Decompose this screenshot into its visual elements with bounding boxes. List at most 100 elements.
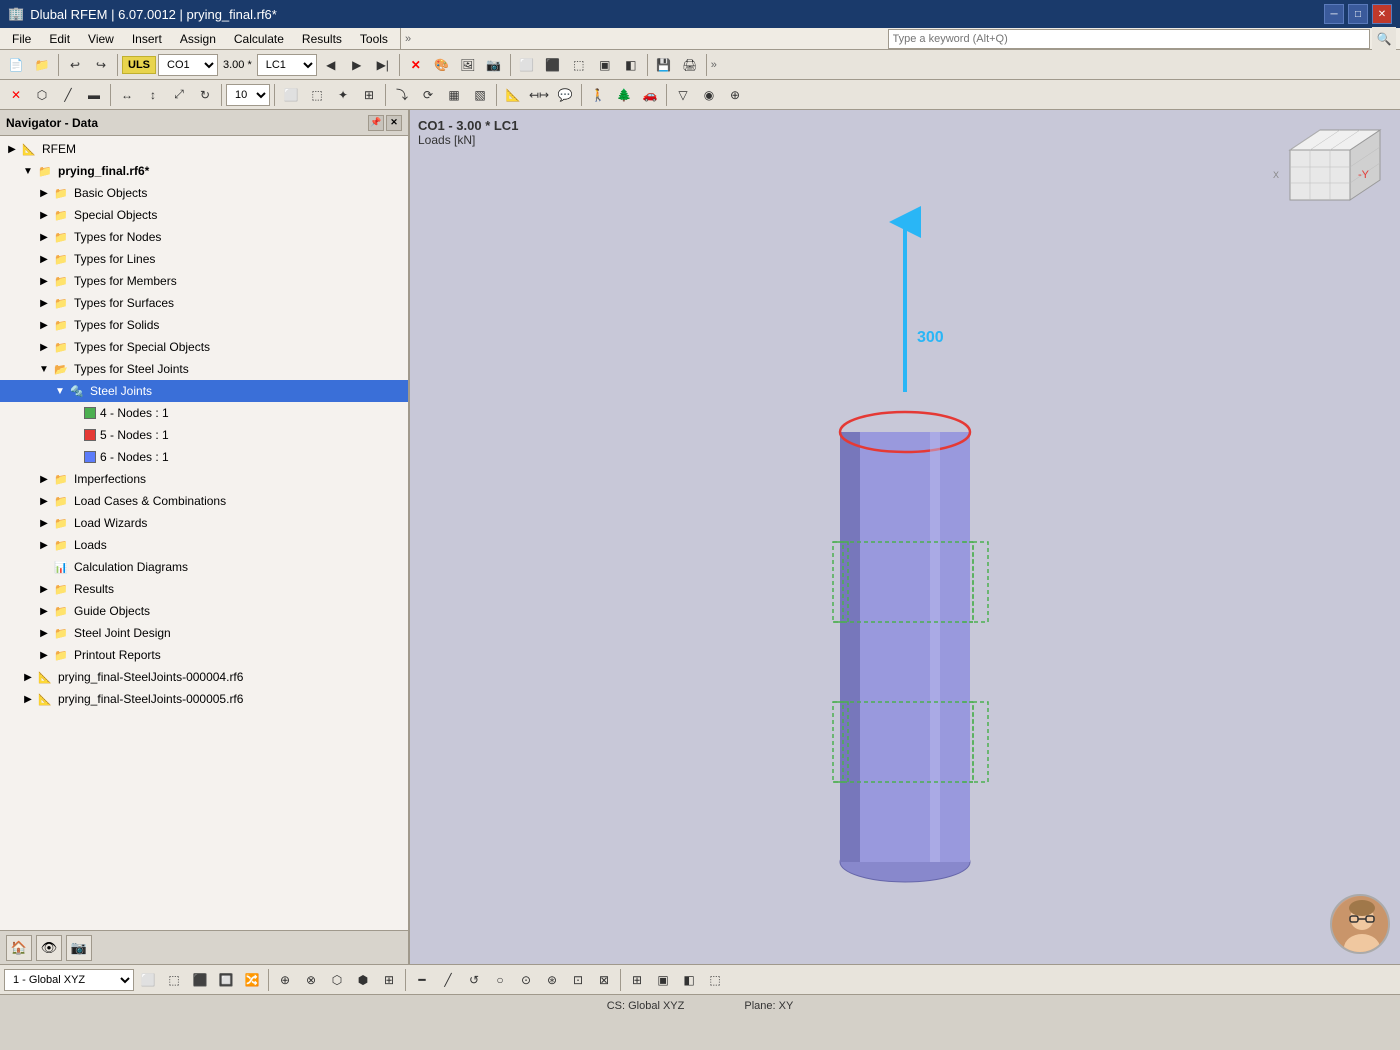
bottom-icon9[interactable]: ⬢ (351, 968, 375, 992)
bottom-icon3[interactable]: ⬛ (188, 968, 212, 992)
tree-item-results[interactable]: ▶ 📁 Results (0, 578, 408, 600)
tree-item-basic-objects[interactable]: ▶ 📁 Basic Objects (0, 182, 408, 204)
nav-home-button[interactable]: 🏠 (6, 935, 32, 961)
redo-icon[interactable]: ↪ (89, 53, 113, 77)
view4-icon[interactable]: ▣ (593, 53, 617, 77)
menu-tools[interactable]: Tools (352, 30, 396, 48)
new-file-icon[interactable]: 📄 (4, 53, 28, 77)
menu-edit[interactable]: Edit (41, 30, 78, 48)
undo-icon[interactable]: ↩ (63, 53, 87, 77)
tree-item-types-steel-joints[interactable]: ▼ 📂 Types for Steel Joints (0, 358, 408, 380)
tree-item-loads[interactable]: ▶ 📁 Loads (0, 534, 408, 556)
grid-icon[interactable]: ⊞ (357, 83, 381, 107)
bottom-icon22[interactable]: ⬚ (703, 968, 727, 992)
bottom-icon6[interactable]: ⊕ (273, 968, 297, 992)
measure-icon[interactable]: 📐 (501, 83, 525, 107)
tree-item-calc-diagrams[interactable]: ▶ 📊 Calculation Diagrams (0, 556, 408, 578)
maximize-button[interactable]: □ (1348, 4, 1368, 24)
bottom-icon16[interactable]: ⊛ (540, 968, 564, 992)
annotation-icon[interactable]: 💬 (553, 83, 577, 107)
menu-view[interactable]: View (80, 30, 122, 48)
toolbar-overflow[interactable]: » (711, 59, 717, 71)
bottom-icon17[interactable]: ⊡ (566, 968, 590, 992)
tree-item-guide-objects[interactable]: ▶ 📁 Guide Objects (0, 600, 408, 622)
tree-item-project[interactable]: ▼ 📁 prying_final.rf6* (0, 160, 408, 182)
member-icon[interactable]: ▬ (82, 83, 106, 107)
bottom-icon10[interactable]: ⊞ (377, 968, 401, 992)
combo-lc[interactable]: LC1 (257, 54, 317, 76)
tree-icon2[interactable]: 🌲 (612, 83, 636, 107)
hinge-icon[interactable]: ◉ (697, 83, 721, 107)
tree-item-imperfections[interactable]: ▶ 📁 Imperfections (0, 468, 408, 490)
nav-camera-button[interactable]: 📷 (66, 935, 92, 961)
bottom-icon14[interactable]: ○ (488, 968, 512, 992)
tree-item-types-members[interactable]: ▶ 📁 Types for Members (0, 270, 408, 292)
move-y-icon[interactable]: ↕ (141, 83, 165, 107)
cancel-icon[interactable]: ✕ (4, 83, 28, 107)
bottom-icon7[interactable]: ⊗ (299, 968, 323, 992)
nav-close-button[interactable]: ✕ (386, 115, 402, 131)
render1-icon[interactable]: 🎨 (430, 53, 454, 77)
bottom-icon1[interactable]: ⬜ (136, 968, 160, 992)
menu-file[interactable]: File (4, 30, 39, 48)
tree-item-printout-reports[interactable]: ▶ 📁 Printout Reports (0, 644, 408, 666)
node-icon[interactable]: ⬡ (30, 83, 54, 107)
nav-pin-button[interactable]: 📌 (368, 115, 384, 131)
bottom-icon4[interactable]: 🔲 (214, 968, 238, 992)
car-icon[interactable]: 🚗 (638, 83, 662, 107)
menu-insert[interactable]: Insert (124, 30, 170, 48)
search-icon[interactable]: 🔍 (1372, 27, 1396, 51)
move-x-icon[interactable]: ↔ (115, 83, 139, 107)
tree-item-rfem[interactable]: ▶ 📐 RFEM (0, 138, 408, 160)
bottom-icon19[interactable]: ⊞ (625, 968, 649, 992)
tree-item-subproject1[interactable]: ▶ 📐 prying_final-SteelJoints-000004.rf6 (0, 666, 408, 688)
tree-item-steel-joints[interactable]: ▼ 🔩 Steel Joints (0, 380, 408, 402)
bottom-icon18[interactable]: ⊠ (592, 968, 616, 992)
bottom-icon11[interactable]: ━ (410, 968, 434, 992)
view1-icon[interactable]: ⬜ (515, 53, 539, 77)
rotate-icon[interactable]: ↻ (193, 83, 217, 107)
menu-calculate[interactable]: Calculate (226, 30, 292, 48)
menu-overflow[interactable]: » (405, 33, 411, 45)
combo-co[interactable]: CO1 (158, 54, 218, 76)
cube-navigator[interactable]: -Y X (1270, 120, 1390, 220)
tree-item-load-wizards[interactable]: ▶ 📁 Load Wizards (0, 512, 408, 534)
move-z-icon[interactable]: ⤢ (167, 83, 191, 107)
coord-system-combo[interactable]: 1 - Global XYZ (4, 969, 134, 991)
bottom-icon12[interactable]: ╱ (436, 968, 460, 992)
tree-item-steel-joint-design[interactable]: ▶ 📁 Steel Joint Design (0, 622, 408, 644)
play-icon[interactable]: ▶ (345, 53, 369, 77)
print-icon[interactable]: 🖨 (678, 53, 702, 77)
box-select-icon[interactable]: ⬚ (305, 83, 329, 107)
view5-icon[interactable]: ◧ (619, 53, 643, 77)
tree-item-node6[interactable]: ▶ 6 - Nodes : 1 (0, 446, 408, 468)
tree-item-load-cases[interactable]: ▶ 📁 Load Cases & Combinations (0, 490, 408, 512)
bottom-icon20[interactable]: ▣ (651, 968, 675, 992)
person-icon[interactable]: 🚶 (586, 83, 610, 107)
nav-eye-button[interactable]: 👁 (36, 935, 62, 961)
area-load-icon[interactable]: ▧ (468, 83, 492, 107)
close-button[interactable]: ✕ (1372, 4, 1392, 24)
tree-item-types-special[interactable]: ▶ 📁 Types for Special Objects (0, 336, 408, 358)
open-icon[interactable]: 📁 (30, 53, 54, 77)
surface-load-icon[interactable]: ▦ (442, 83, 466, 107)
tree-item-types-lines[interactable]: ▶ 📁 Types for Lines (0, 248, 408, 270)
bottom-icon5[interactable]: 🔀 (240, 968, 264, 992)
line-icon[interactable]: ╱ (56, 83, 80, 107)
tree-item-types-solids[interactable]: ▶ 📁 Types for Solids (0, 314, 408, 336)
search-input[interactable] (888, 29, 1370, 49)
dimension-icon[interactable]: ↤↦ (527, 83, 551, 107)
tree-item-subproject2[interactable]: ▶ 📐 prying_final-SteelJoints-000005.rf6 (0, 688, 408, 710)
render3-icon[interactable]: 📷 (482, 53, 506, 77)
menu-results[interactable]: Results (294, 30, 350, 48)
bottom-icon2[interactable]: ⬚ (162, 968, 186, 992)
minimize-button[interactable]: ─ (1324, 4, 1344, 24)
snap-icon[interactable]: ✦ (331, 83, 355, 107)
tree-item-node4[interactable]: ▶ 4 - Nodes : 1 (0, 402, 408, 424)
bottom-icon13[interactable]: ↺ (462, 968, 486, 992)
release-icon[interactable]: ⊕ (723, 83, 747, 107)
tree-item-types-surfaces[interactable]: ▶ 📁 Types for Surfaces (0, 292, 408, 314)
tree-item-types-nodes[interactable]: ▶ 📁 Types for Nodes (0, 226, 408, 248)
arrow-right-icon[interactable]: ▶| (371, 53, 395, 77)
tree-item-special-objects[interactable]: ▶ 📁 Special Objects (0, 204, 408, 226)
